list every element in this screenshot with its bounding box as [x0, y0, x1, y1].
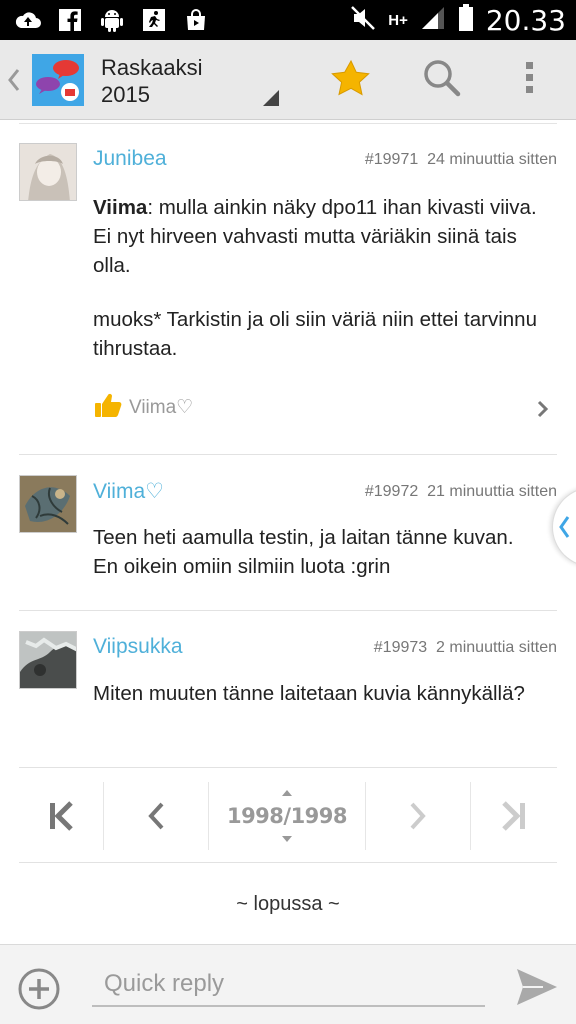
quick-reply-input[interactable] [92, 963, 485, 1007]
send-button[interactable] [515, 967, 559, 1012]
caret-up-icon [282, 790, 292, 796]
post-number[interactable]: #19973 [374, 639, 427, 656]
last-page-icon [502, 801, 525, 831]
facebook-icon [56, 6, 84, 34]
avatar[interactable] [19, 143, 77, 201]
post: Viima♡ #19972 21 minuuttia sitten Teen h… [0, 455, 576, 611]
page-selector[interactable]: 1998/1998 [209, 782, 365, 850]
avatar[interactable] [19, 631, 77, 689]
action-bar: Raskaaksi 2015 [0, 40, 576, 120]
plus-circle-icon [18, 968, 60, 1010]
post-body: Miten muuten tänne laitetaan kuvia känny… [93, 682, 525, 705]
thread-content[interactable]: Junibea #19971 24 minuuttia sitten Viima… [0, 121, 576, 941]
avatar[interactable] [19, 475, 77, 533]
caret-down-icon [282, 836, 292, 842]
cloud-upload-icon [14, 6, 42, 34]
overflow-menu-icon[interactable] [520, 58, 540, 103]
chevron-left-icon [148, 802, 164, 830]
quick-reply-bar [0, 944, 576, 1024]
post: Viipsukka #19973 2 minuuttia sitten Mite… [0, 611, 576, 767]
post-time: 21 minuuttia sitten [427, 483, 557, 500]
spinner-indicator-icon[interactable] [261, 88, 281, 108]
thumbs-up-icon [93, 391, 123, 424]
android-icon [98, 6, 126, 34]
first-page-button[interactable] [19, 782, 103, 850]
forum-logo[interactable] [32, 54, 84, 106]
running-app-icon [140, 6, 168, 34]
chevron-right-icon [410, 802, 426, 830]
chevron-right-icon[interactable] [536, 399, 550, 424]
add-attachment-button[interactable] [17, 967, 61, 1016]
page-number: 1998/1998 [226, 804, 348, 828]
post-meta: #19972 21 minuuttia sitten [365, 483, 557, 501]
post-author[interactable]: Viima♡ [93, 479, 164, 504]
send-icon [517, 969, 557, 1005]
pagination-bar: 1998/1998 [19, 767, 557, 863]
signal-icon [420, 5, 446, 36]
liked-by-user[interactable]: Viima♡ [129, 396, 193, 419]
network-type: H+ [388, 11, 408, 29]
post-body: Viima: mulla ainkin näky dpo11 ihan kiva… [93, 196, 537, 360]
quoted-user[interactable]: Viima [93, 196, 147, 219]
next-page-button[interactable] [366, 782, 470, 850]
clock: 20.33 [485, 4, 566, 37]
up-navigation-icon[interactable] [4, 62, 24, 98]
post-number[interactable]: #19971 [365, 151, 418, 168]
post-meta: #19973 2 minuuttia sitten [374, 639, 557, 657]
like-row[interactable]: Viima♡ [93, 391, 193, 424]
post-time: 24 minuuttia sitten [427, 151, 557, 168]
status-bar: H+ 20.33 [0, 0, 576, 40]
end-of-thread-label: ~ lopussa ~ [236, 893, 340, 915]
previous-page-button[interactable] [104, 782, 208, 850]
favorite-star-icon[interactable] [330, 58, 372, 105]
forum-title[interactable]: Raskaaksi 2015 [101, 54, 202, 108]
post: Junibea #19971 24 minuuttia sitten Viima… [0, 121, 576, 455]
mute-icon [350, 5, 376, 36]
search-icon[interactable] [420, 56, 464, 105]
post-author[interactable]: Junibea [93, 147, 167, 171]
chevron-left-icon [559, 516, 570, 538]
post-author[interactable]: Viipsukka [93, 635, 183, 659]
battery-icon [458, 4, 474, 37]
post-number[interactable]: #19972 [365, 483, 418, 500]
first-page-icon [50, 801, 73, 831]
post-time: 2 minuuttia sitten [436, 639, 557, 656]
last-page-button[interactable] [471, 782, 557, 850]
shopping-bag-icon [182, 6, 210, 34]
post-meta: #19971 24 minuuttia sitten [365, 151, 557, 169]
post-body: Teen heti aamulla testin, ja laitan tänn… [93, 526, 514, 578]
